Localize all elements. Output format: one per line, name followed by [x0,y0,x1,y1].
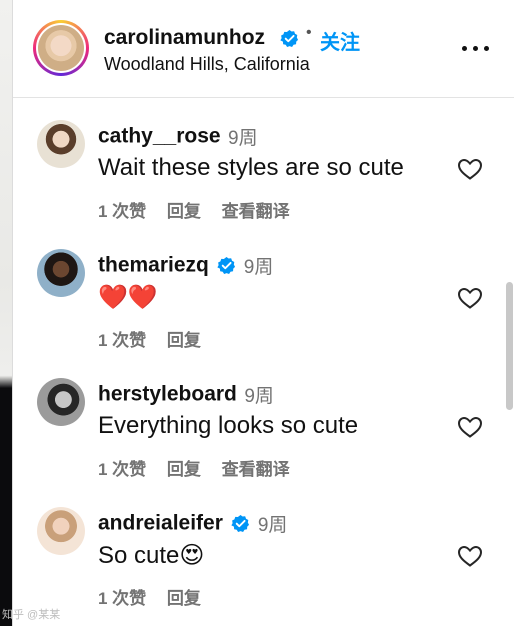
like-count[interactable]: 1 次赞 [98,460,146,479]
commenter-username[interactable]: andreialeifer [98,512,223,535]
watermark: 知乎 @某某 [2,609,61,621]
verified-badge-icon [231,514,250,532]
comment-item: herstyleboard 9周 Everything looks so cut… [13,378,503,479]
commenter-username[interactable]: herstyleboard [98,383,237,406]
see-translation-button[interactable]: 查看翻译 [222,460,290,479]
post-location[interactable]: Woodland Hills, California [104,54,310,75]
comment-time[interactable]: 9周 [244,257,274,278]
comment-text: So cute😍 [98,542,205,569]
comment-time[interactable]: 9周 [244,386,274,407]
like-count[interactable]: 1 次赞 [98,202,146,221]
reply-button[interactable]: 回复 [167,331,201,350]
heart-icon[interactable] [457,415,483,439]
reply-button[interactable]: 回复 [167,202,201,221]
commenter-username[interactable]: cathy__rose [98,125,221,148]
comment-text: Everything looks so cute [98,412,359,439]
reply-button[interactable]: 回复 [167,460,201,479]
more-options-icon[interactable] [461,44,491,54]
separator-dot: • [306,24,312,41]
comment-time[interactable]: 9周 [258,515,288,536]
scrollbar-thumb[interactable] [506,282,513,410]
reply-button[interactable]: 回复 [167,589,201,608]
heart-icon[interactable] [457,157,483,181]
commenter-avatar[interactable] [37,507,85,555]
commenter-avatar[interactable] [37,249,85,297]
commenter-avatar[interactable] [37,378,85,426]
background-photo-edge [0,0,12,626]
author-username[interactable]: carolinamunhoz [104,26,265,50]
verified-badge-icon [280,29,299,47]
author-avatar[interactable] [33,20,89,76]
comment-item: themariezq 9周 ❤️❤️ 1 次赞 回复 [13,249,503,350]
commenter-username[interactable]: themariezq [98,254,209,277]
post-header: carolinamunhoz • 关注 Woodland Hills, Cali… [13,0,514,98]
like-count[interactable]: 1 次赞 [98,331,146,350]
comment-text: Wait these styles are so cute [98,154,404,181]
follow-button[interactable]: 关注 [320,26,360,55]
comment-item: andreialeifer 9周 So cute😍 1 次赞 回复 [13,507,503,608]
like-count[interactable]: 1 次赞 [98,589,146,608]
comment-item: cathy__rose 9周 Wait these styles are so … [13,120,503,221]
heart-icon[interactable] [457,544,483,568]
comments-panel: carolinamunhoz • 关注 Woodland Hills, Cali… [12,0,514,626]
heart-icon[interactable] [457,286,483,310]
comment-text: ❤️❤️ [98,284,158,311]
verified-badge-icon [217,256,236,274]
see-translation-button[interactable]: 查看翻译 [222,202,290,221]
comment-time[interactable]: 9周 [228,128,258,149]
commenter-avatar[interactable] [37,120,85,168]
